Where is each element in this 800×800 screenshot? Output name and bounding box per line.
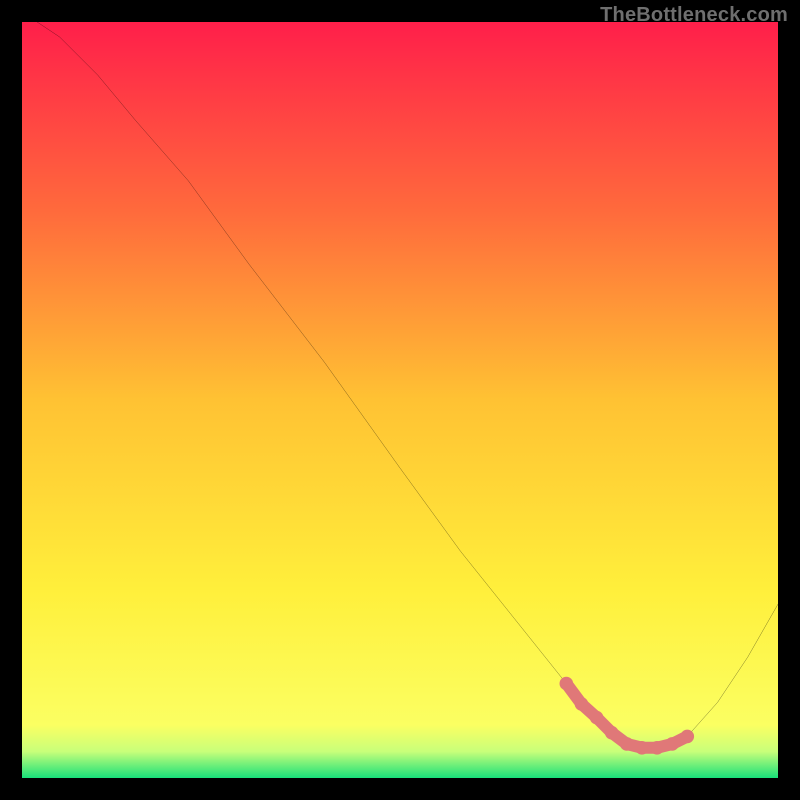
heat-background bbox=[22, 22, 778, 778]
bottleneck-dot bbox=[575, 697, 589, 711]
bottleneck-dot bbox=[605, 726, 619, 740]
bottleneck-dot bbox=[665, 737, 679, 751]
bottleneck-dot bbox=[650, 741, 664, 755]
bottleneck-dot bbox=[560, 677, 574, 691]
chart-stage: TheBottleneck.com bbox=[0, 0, 800, 800]
watermark-text: TheBottleneck.com bbox=[600, 4, 788, 27]
bottleneck-dot bbox=[620, 737, 634, 751]
chart-svg bbox=[22, 22, 778, 778]
bottleneck-dot bbox=[590, 711, 604, 725]
bottleneck-dot bbox=[635, 741, 649, 755]
bottleneck-dot bbox=[680, 730, 694, 744]
